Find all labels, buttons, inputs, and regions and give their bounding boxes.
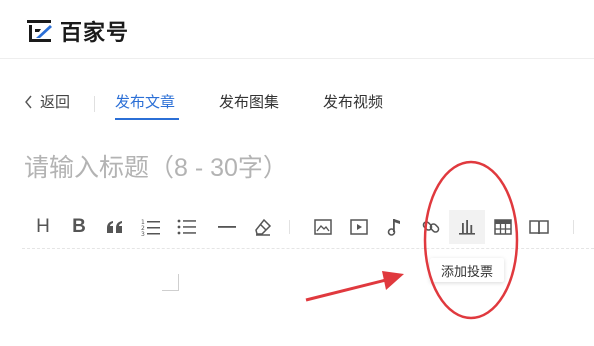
ordered-list-icon: 1 2 3 [141,219,160,236]
heading-button[interactable]: H [25,210,61,244]
eraser-icon [255,218,272,236]
vote-tooltip: 添加投票 [430,258,504,282]
back-button[interactable]: 返回 [24,91,70,112]
book-icon [529,220,549,235]
video-icon [350,219,368,235]
back-label: 返回 [40,94,71,111]
toolbar-separator [573,220,574,234]
toolbar-separator [289,220,290,234]
audio-button[interactable] [377,210,413,244]
chevron-left-icon [25,95,32,108]
ordered-list-button[interactable]: 1 2 3 [133,210,169,244]
active-tab-indicator [115,118,179,120]
annotation-arrow-head [382,271,404,290]
bold-button[interactable]: B [61,210,97,244]
quote-icon [107,221,122,233]
unordered-list-icon [177,219,196,235]
editor-body-corner[interactable] [162,274,179,291]
table-button[interactable] [485,210,521,244]
music-icon [387,219,400,236]
link-button[interactable] [413,210,449,244]
annotation-arrow-shaft [305,278,387,302]
svg-text:3: 3 [141,231,145,236]
clear-format-button[interactable] [245,210,281,244]
logo-text: 百家号 [60,21,130,46]
tab-publish-gallery[interactable]: 发布图集 [219,91,279,112]
nav-separator [94,96,95,112]
table-icon [494,219,512,235]
baijiahao-logo-icon [27,20,52,42]
book-button[interactable] [521,210,557,244]
unordered-list-button[interactable] [169,210,205,244]
horizontal-rule-icon [218,226,236,228]
tab-publish-article[interactable]: 发布文章 [115,91,175,112]
top-bar: 百家号 [0,0,594,59]
tab-publish-video[interactable]: 发布视频 [323,91,383,112]
image-button[interactable] [305,210,341,244]
quote-button[interactable] [97,210,133,244]
publish-nav: 返回 发布文章 发布图集 发布视频 [0,88,594,120]
bar-chart-icon [459,220,475,235]
bold-icon: B [72,216,86,237]
baijiahao-logo[interactable]: 百家号 [26,16,129,46]
editor-toolbar: H B 1 2 3 [22,210,594,246]
link-icon [422,221,440,233]
vote-button[interactable] [449,210,485,244]
heading-icon: H [36,216,50,237]
image-icon [314,219,332,235]
video-button[interactable] [341,210,377,244]
toolbar-divider [22,248,594,249]
title-input[interactable] [24,148,444,188]
horizontal-rule-button[interactable] [209,210,245,244]
